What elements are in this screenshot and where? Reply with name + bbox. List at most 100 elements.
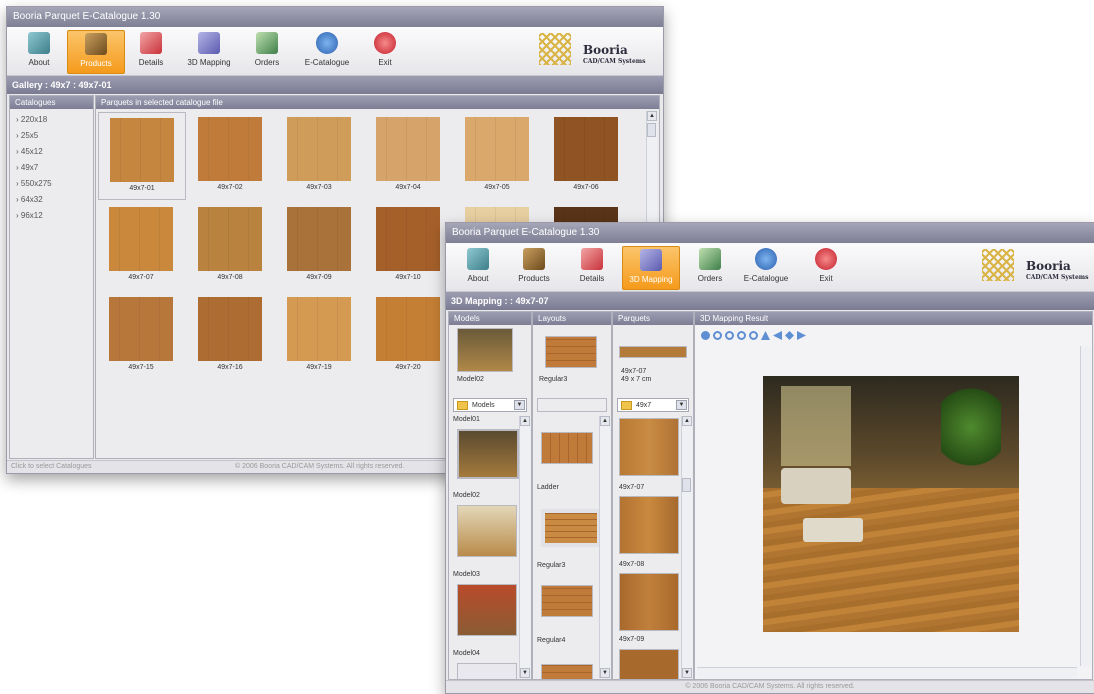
parquet-item-label[interactable]: 49x7-09 <box>619 636 644 643</box>
toolbar-ecatalogue-button[interactable]: E-Catalogue <box>299 30 355 72</box>
parquet-tile[interactable]: 49x7-15 <box>98 292 184 378</box>
pan-icon[interactable] <box>785 331 794 340</box>
toolbar-label: E-Catalogue <box>743 274 789 283</box>
result-scrollbar[interactable] <box>1080 346 1091 666</box>
zoom-out-icon[interactable] <box>749 331 758 340</box>
scroll-down-icon[interactable]: ▼ <box>520 668 530 678</box>
parquet-thumb[interactable] <box>619 649 679 679</box>
chevron-down-icon[interactable]: ▼ <box>514 400 525 410</box>
layout-item-label[interactable]: Ladder <box>537 484 559 491</box>
layout-thumb[interactable] <box>541 509 601 547</box>
model-item-label[interactable]: Model01 <box>453 416 480 423</box>
zoom-in-icon[interactable] <box>737 331 746 340</box>
parquet-tile[interactable]: 49x7-10 <box>365 202 451 288</box>
scroll-up-icon[interactable]: ▲ <box>600 416 610 426</box>
rotate-left-icon[interactable] <box>773 331 782 340</box>
result-hscrollbar[interactable] <box>697 667 1077 678</box>
parquets-scrollbar[interactable]: ▲ ▼ <box>681 416 692 678</box>
layout-item-label[interactable]: Regular3 <box>537 562 565 569</box>
toolbar-3d-mapping-button[interactable]: 3D Mapping <box>622 246 680 290</box>
parquet-tile[interactable]: 49x7-19 <box>276 292 362 378</box>
parquet-tile[interactable]: 49x7-07 <box>98 202 184 288</box>
catalogue-item[interactable]: › 49x7 <box>16 160 93 176</box>
model-thumb[interactable] <box>457 663 517 679</box>
parquet-item-label[interactable]: 49x7-08 <box>619 561 644 568</box>
parquet-tile-label: 49x7-16 <box>217 364 243 371</box>
scroll-up-icon[interactable]: ▲ <box>520 416 530 426</box>
gallery-title-bar: Gallery : 49x7 : 49x7-01 <box>7 76 663 94</box>
toolbar-orders-button[interactable]: Orders <box>682 246 738 288</box>
toolbar-orders-button[interactable]: Orders <box>239 30 295 72</box>
settings-icon[interactable] <box>701 331 710 340</box>
toolbar-label: Orders <box>254 58 280 67</box>
window-title: Booria Parquet E-Catalogue 1.30 <box>7 7 663 27</box>
parquet-tile[interactable]: 49x7-03 <box>276 112 362 198</box>
catalogue-item[interactable]: › 220x18 <box>16 112 93 128</box>
parquet-thumb[interactable] <box>619 418 679 476</box>
parquet-thumb[interactable] <box>619 496 679 554</box>
toolbar-products-button[interactable]: Products <box>67 30 125 74</box>
parquet-tile[interactable]: 49x7-16 <box>187 292 273 378</box>
model-item-label[interactable]: Model03 <box>453 571 480 578</box>
toolbar-products-button[interactable]: Products <box>506 246 562 288</box>
catalogue-item[interactable]: › 96x12 <box>16 208 93 224</box>
layouts-combo[interactable] <box>537 398 607 412</box>
layout-thumb[interactable] <box>541 585 593 617</box>
catalogue-item[interactable]: › 45x12 <box>16 144 93 160</box>
parquet-tile[interactable]: 49x7-09 <box>276 202 362 288</box>
scroll-thumb[interactable] <box>682 478 691 492</box>
catalogue-item[interactable]: › 25x5 <box>16 128 93 144</box>
scroll-up-icon[interactable]: ▲ <box>647 111 657 121</box>
layout-thumb[interactable] <box>541 432 593 464</box>
parquet-item-label[interactable]: 49x7-07 <box>619 484 644 491</box>
models-combo[interactable]: Models ▼ <box>453 398 527 412</box>
parquet-swatch <box>198 117 262 181</box>
scroll-down-icon[interactable]: ▼ <box>682 668 692 678</box>
parquets-combo[interactable]: 49x7 ▼ <box>617 398 689 412</box>
view-toolbar <box>701 330 901 342</box>
model-thumb[interactable] <box>457 505 517 557</box>
toolbar-exit-button[interactable]: Exit <box>798 246 854 288</box>
catalogue-item[interactable]: › 64x32 <box>16 192 93 208</box>
scroll-up-icon[interactable]: ▲ <box>682 416 692 426</box>
model-thumb[interactable] <box>457 429 519 479</box>
model-item-label[interactable]: Model02 <box>453 492 480 499</box>
zoom-icon[interactable] <box>713 331 722 340</box>
models-header: Models <box>449 312 531 325</box>
chevron-down-icon[interactable]: ▼ <box>676 400 687 410</box>
rotate-right-icon[interactable] <box>797 331 806 340</box>
selected-model-label: Model02 <box>457 376 484 383</box>
parquet-tile[interactable]: 49x7-20 <box>365 292 451 378</box>
toolbar-3d-mapping-button[interactable]: 3D Mapping <box>181 30 237 72</box>
zoom-fit-icon[interactable] <box>725 331 734 340</box>
toolbar-details-button[interactable]: Details <box>123 30 179 72</box>
layout-thumb[interactable] <box>541 664 593 679</box>
parquet-tile-label: 49x7-06 <box>573 184 599 191</box>
parquet-tile-label: 49x7-04 <box>395 184 421 191</box>
catalogue-label: 49x7 <box>20 163 39 172</box>
flip-icon[interactable] <box>761 331 770 340</box>
parquet-tile[interactable]: 49x7-01 <box>98 112 186 200</box>
parquet-thumb[interactable] <box>619 573 679 631</box>
toolbar-details-button[interactable]: Details <box>564 246 620 288</box>
parquet-tile[interactable]: 49x7-06 <box>543 112 629 198</box>
model-item-label[interactable]: Model04 <box>453 650 480 657</box>
models-scrollbar[interactable]: ▲ ▼ <box>519 416 530 678</box>
main-toolbar: About Products Details 3D Mapping Orders… <box>7 27 663 76</box>
parquet-tile[interactable]: 49x7-04 <box>365 112 451 198</box>
catalogue-label: 220x18 <box>20 115 48 124</box>
catalogue-item[interactable]: › 550x275 <box>16 176 93 192</box>
parquet-tile[interactable]: 49x7-02 <box>187 112 273 198</box>
toolbar-exit-button[interactable]: Exit <box>357 30 413 72</box>
toolbar-label: Exit <box>819 274 833 283</box>
toolbar-about-button[interactable]: About <box>450 246 506 288</box>
scroll-thumb[interactable] <box>647 123 656 137</box>
toolbar-ecatalogue-button[interactable]: E-Catalogue <box>738 246 794 288</box>
layouts-scrollbar[interactable]: ▲ ▼ <box>599 416 610 678</box>
layout-item-label[interactable]: Regular4 <box>537 637 565 644</box>
model-thumb[interactable] <box>457 584 517 636</box>
toolbar-about-button[interactable]: About <box>11 30 67 72</box>
parquet-tile[interactable]: 49x7-08 <box>187 202 273 288</box>
scroll-down-icon[interactable]: ▼ <box>600 668 610 678</box>
parquet-tile[interactable]: 49x7-05 <box>454 112 540 198</box>
